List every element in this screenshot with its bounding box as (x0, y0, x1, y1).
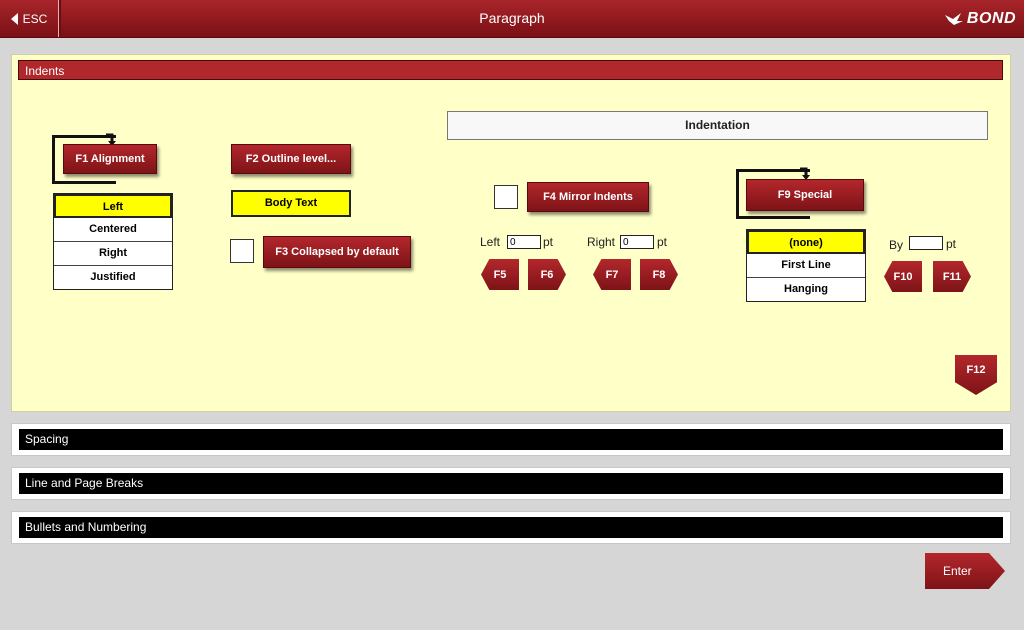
f11-increase-by-button[interactable]: F11 (933, 261, 971, 292)
by-input[interactable] (909, 236, 943, 250)
special-list: (none) First Line Hanging (746, 229, 866, 302)
logo-text: BOND (966, 10, 1016, 27)
by-label: By (889, 238, 904, 252)
esc-button[interactable]: ESC (0, 0, 59, 37)
f9-special-button[interactable]: F9 Special (746, 179, 864, 211)
f5-decrease-left-button[interactable]: F5 (481, 259, 519, 290)
f2-outline-level-button[interactable]: F2 Outline level... (231, 144, 351, 174)
back-arrow-icon (10, 12, 18, 25)
special-option-hanging[interactable]: Hanging (747, 278, 865, 302)
collapsed-checkbox[interactable] (230, 239, 254, 263)
line-page-breaks-section-header[interactable]: Line and Page Breaks (19, 473, 1003, 494)
outline-level-selected[interactable]: Body Text (233, 192, 349, 215)
mirror-indents-checkbox[interactable] (494, 185, 518, 209)
outline-level-value: Body Text (231, 190, 351, 217)
bullets-numbering-section-header[interactable]: Bullets and Numbering (19, 517, 1003, 538)
right-indent-unit: pt (657, 235, 668, 249)
enter-button[interactable]: Enter (925, 553, 1005, 589)
bullets-numbering-section: Bullets and Numbering (11, 511, 1011, 544)
title-bar: ESC Paragraph BOND (0, 0, 1024, 38)
indentation-header: Indentation (447, 111, 988, 140)
indents-section-header[interactable]: Indents (18, 60, 1003, 80)
alignment-option-centered[interactable]: Centered (54, 218, 172, 242)
right-indent-input[interactable] (620, 235, 654, 249)
page-title: Paragraph (479, 10, 545, 26)
f3-collapsed-button[interactable]: F3 Collapsed by default (263, 236, 411, 268)
left-indent-input[interactable] (507, 235, 541, 249)
f10-decrease-by-button[interactable]: F10 (884, 261, 922, 292)
bird-logo-icon (944, 13, 963, 25)
spacing-section-header[interactable]: Spacing (19, 429, 1003, 450)
line-page-breaks-section: Line and Page Breaks (11, 467, 1011, 500)
f4-mirror-indents-button[interactable]: F4 Mirror Indents (527, 182, 649, 212)
f7-decrease-right-button[interactable]: F7 (593, 259, 631, 290)
alignment-option-right[interactable]: Right (54, 242, 172, 266)
f12-button[interactable]: F12 (955, 355, 997, 395)
right-indent-label: Right (587, 235, 616, 249)
alignment-option-left[interactable]: Left (54, 194, 172, 218)
by-unit: pt (946, 237, 957, 251)
spacing-section: Spacing (11, 423, 1011, 456)
indents-panel: Indents F1 Alignment Left Centered Right… (11, 54, 1011, 412)
bond-logo: BOND (944, 10, 1016, 28)
left-indent-unit: pt (543, 235, 554, 249)
special-option-none[interactable]: (none) (747, 230, 865, 254)
alignment-list: Left Centered Right Justified (53, 193, 173, 290)
f8-increase-right-button[interactable]: F8 (640, 259, 678, 290)
special-option-first-line[interactable]: First Line (747, 254, 865, 278)
alignment-option-justified[interactable]: Justified (54, 266, 172, 290)
esc-label: ESC (22, 11, 48, 26)
f6-increase-left-button[interactable]: F6 (528, 259, 566, 290)
f1-alignment-button[interactable]: F1 Alignment (63, 144, 157, 174)
left-indent-label: Left (480, 235, 501, 249)
